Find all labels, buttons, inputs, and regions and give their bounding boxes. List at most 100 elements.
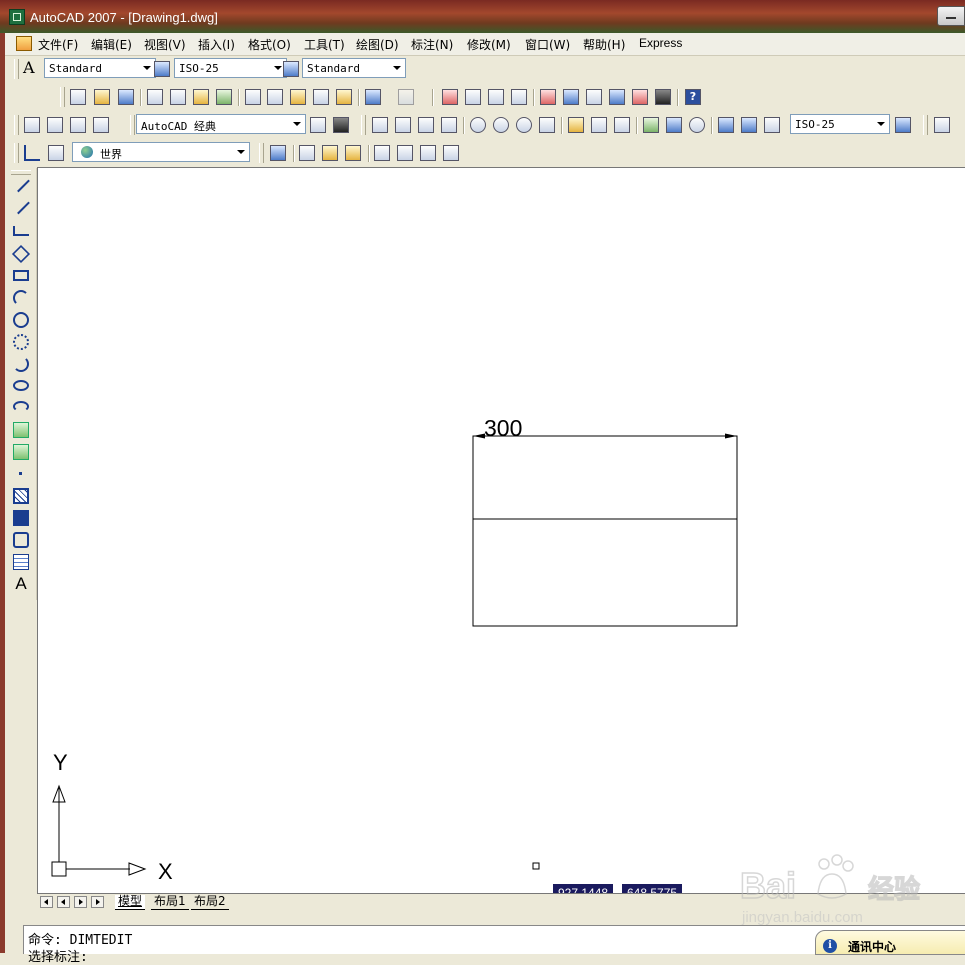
toolbar-grip[interactable]: [11, 170, 31, 175]
redo-icon[interactable]: [398, 89, 414, 105]
design-center-icon[interactable]: [563, 89, 579, 105]
dim-style-icon[interactable]: [154, 61, 170, 77]
menu-view[interactable]: 视图(V): [144, 36, 186, 53]
baseline-dimension-icon[interactable]: [591, 117, 607, 133]
ellipse-arc-icon[interactable]: [13, 401, 29, 412]
cut-icon[interactable]: [245, 89, 261, 105]
rectangle-icon[interactable]: [13, 270, 29, 281]
radius-dimension-icon[interactable]: [470, 117, 486, 133]
match-properties-icon[interactable]: [313, 89, 329, 105]
menu-edit[interactable]: 编辑(E): [91, 36, 132, 53]
paste-icon[interactable]: [290, 89, 306, 105]
menu-express[interactable]: Express: [639, 36, 682, 50]
ucs-icon[interactable]: [24, 145, 40, 161]
tab-last-button[interactable]: [91, 896, 104, 908]
autocad-app-icon[interactable]: [9, 9, 25, 25]
tab-layout1[interactable]: 布局1: [151, 895, 189, 910]
3d-dwf-icon[interactable]: [216, 89, 232, 105]
workspaces-icon[interactable]: [24, 117, 40, 133]
quick-leader-icon[interactable]: [643, 117, 659, 133]
tolerance-icon[interactable]: [666, 117, 682, 133]
workspace-settings-button-icon[interactable]: [310, 117, 326, 133]
ordinate-dimension-icon[interactable]: [441, 117, 457, 133]
make-block-icon[interactable]: [13, 444, 29, 460]
tool-palettes-icon[interactable]: [586, 89, 602, 105]
layer-properties-icon[interactable]: [934, 117, 950, 133]
calculator-icon[interactable]: [655, 89, 671, 105]
point-icon[interactable]: [13, 466, 29, 482]
toolbar-grip[interactable]: [259, 143, 264, 163]
toolbar-grip[interactable]: [14, 143, 19, 163]
undo-icon[interactable]: [365, 89, 381, 105]
construction-line-icon[interactable]: [12, 196, 30, 215]
markup-set-icon[interactable]: [632, 89, 648, 105]
tab-first-button[interactable]: [40, 896, 53, 908]
drawn-rectangle[interactable]: [472, 435, 738, 627]
reference-close-icon[interactable]: [443, 145, 459, 161]
save-workspace-icon[interactable]: [93, 117, 109, 133]
dimension-style-icon[interactable]: [895, 117, 911, 133]
zoom-realtime-icon[interactable]: [465, 89, 481, 105]
menu-dimension[interactable]: 标注(N): [411, 36, 453, 53]
new-file-icon[interactable]: [70, 89, 86, 105]
diameter-dimension-icon[interactable]: [516, 117, 532, 133]
communication-center-balloon[interactable]: i 通讯中心: [815, 930, 965, 955]
reference-attribute-icon[interactable]: [420, 145, 436, 161]
zoom-window-icon[interactable]: [488, 89, 504, 105]
line-icon[interactable]: [12, 174, 30, 193]
open-file-icon[interactable]: [94, 89, 110, 105]
my-workspace-icon[interactable]: [70, 117, 86, 133]
revision-cloud-icon[interactable]: [13, 334, 29, 350]
save-reference-edits-icon[interactable]: [374, 145, 390, 161]
hatch-icon[interactable]: [13, 488, 29, 504]
arc-icon[interactable]: [13, 290, 29, 306]
tab-previous-button[interactable]: [57, 896, 70, 908]
quick-dimension-icon[interactable]: [568, 117, 584, 133]
tab-layout2[interactable]: 布局2: [191, 895, 229, 910]
remove-from-working-set-icon[interactable]: [345, 145, 361, 161]
dimension-update-icon[interactable]: [764, 117, 780, 133]
dimension-style-select[interactable]: ISO-25: [790, 114, 890, 134]
pan-realtime-icon[interactable]: [442, 89, 458, 105]
drawing-canvas[interactable]: 300 Y X: [37, 167, 965, 893]
print-icon[interactable]: [147, 89, 163, 105]
ucs-select[interactable]: 世界: [72, 142, 250, 162]
discard-reference-edits-icon[interactable]: [397, 145, 413, 161]
menu-format[interactable]: 格式(O): [248, 36, 291, 53]
toolbar-grip[interactable]: [361, 115, 366, 135]
copy-icon[interactable]: [267, 89, 283, 105]
jogged-dimension-icon[interactable]: [493, 117, 509, 133]
block-editor-icon[interactable]: [336, 89, 352, 105]
menu-draw[interactable]: 绘图(D): [356, 36, 399, 53]
insert-block-icon[interactable]: [13, 422, 29, 438]
workspace-select[interactable]: AutoCAD 经典: [136, 114, 306, 134]
menu-help[interactable]: 帮助(H): [583, 36, 625, 53]
dimension-edit-icon[interactable]: [718, 117, 734, 133]
dimension-text-edit-icon[interactable]: [741, 117, 757, 133]
save-icon[interactable]: [118, 89, 134, 105]
clean-screen-icon[interactable]: [333, 117, 349, 133]
ellipse-icon[interactable]: [13, 380, 29, 391]
dim-style-select[interactable]: ISO-25: [174, 58, 287, 78]
toolbar-grip[interactable]: [130, 115, 135, 135]
continue-dimension-icon[interactable]: [614, 117, 630, 133]
help-icon[interactable]: ?: [685, 89, 701, 105]
menu-window[interactable]: 窗口(W): [525, 36, 570, 53]
zoom-previous-icon[interactable]: [511, 89, 527, 105]
toolbar-grip[interactable]: [923, 115, 928, 135]
text-style-select[interactable]: Standard: [44, 58, 156, 78]
linear-dimension-icon[interactable]: [372, 117, 388, 133]
table-icon[interactable]: [13, 554, 29, 570]
document-menu-icon[interactable]: [16, 36, 32, 51]
publish-icon[interactable]: [193, 89, 209, 105]
menu-file[interactable]: 文件(F): [38, 36, 78, 53]
edit-reference-icon[interactable]: [299, 145, 315, 161]
center-mark-icon[interactable]: [689, 117, 705, 133]
aligned-dimension-icon[interactable]: [395, 117, 411, 133]
text-style-icon[interactable]: A: [23, 60, 39, 77]
angular-dimension-icon[interactable]: [539, 117, 555, 133]
arc-length-icon[interactable]: [418, 117, 434, 133]
named-ucs-icon[interactable]: [48, 145, 64, 161]
sheet-set-icon[interactable]: [609, 89, 625, 105]
tab-next-button[interactable]: [74, 896, 87, 908]
